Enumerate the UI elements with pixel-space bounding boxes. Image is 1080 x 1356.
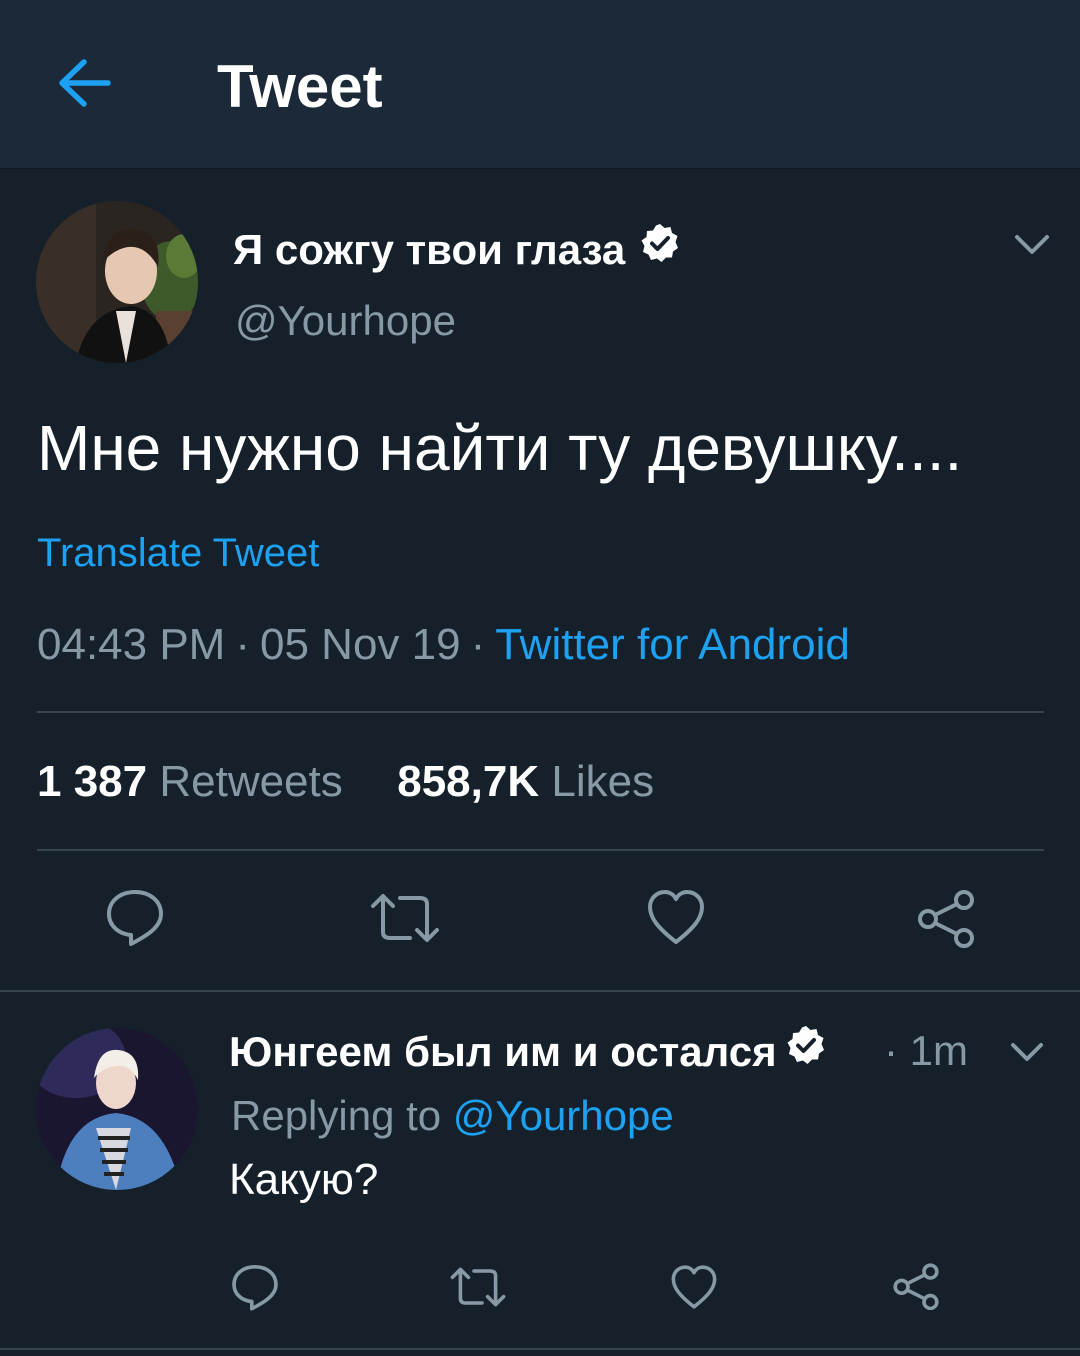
author-name[interactable]: Я сожгу твои глаза: [233, 222, 681, 277]
tweet-date: 05 Nov 19: [260, 620, 461, 669]
page-title: Tweet: [217, 53, 383, 120]
back-arrow-icon[interactable]: [56, 56, 114, 110]
reply-icon[interactable]: [230, 1262, 280, 1317]
reply-author-name[interactable]: Юнгеем был им и остался: [229, 1024, 827, 1079]
retweets-count: 1 387: [37, 757, 148, 806]
author-name-text: Я сожгу твои глаза: [233, 225, 626, 273]
chevron-down-icon[interactable]: [1010, 1040, 1044, 1069]
translate-tweet-link[interactable]: Translate Tweet: [37, 528, 319, 578]
retweet-icon[interactable]: [370, 890, 440, 951]
tweet-time: 04:43 PM: [37, 620, 226, 669]
likes-stat[interactable]: 858,7K Likes: [397, 757, 654, 806]
meta-separator: ·: [470, 620, 486, 669]
retweets-stat[interactable]: 1 387 Retweets: [37, 757, 343, 806]
replying-to-handle[interactable]: @Yourhope: [453, 1092, 674, 1139]
likes-count: 858,7K: [397, 757, 540, 806]
divider: [37, 849, 1044, 851]
chevron-down-icon[interactable]: [1014, 232, 1050, 263]
reply-author-avatar[interactable]: [36, 1028, 198, 1190]
tweet-metadata: 04:43 PM · 05 Nov 19 · Twitter for Android: [37, 618, 850, 672]
engagement-stats: 1 387 Retweets 858,7K Likes: [37, 755, 654, 809]
tweet-text: Мне нужно найти ту девушку....: [37, 412, 963, 484]
replying-to-label: Replying to: [231, 1092, 442, 1139]
author-handle[interactable]: @Yourhope: [235, 296, 456, 346]
tweet-client-link[interactable]: Twitter for Android: [495, 620, 850, 669]
retweets-label: Retweets: [159, 757, 343, 806]
share-icon[interactable]: [916, 888, 976, 953]
divider: [37, 711, 1044, 713]
author-avatar[interactable]: [36, 201, 198, 363]
reply-author-name-text: Юнгеем был им и остался: [229, 1027, 777, 1075]
like-icon[interactable]: [646, 888, 706, 951]
verified-badge-icon: [639, 222, 681, 277]
top-app-bar: Tweet: [0, 0, 1080, 169]
like-icon[interactable]: [670, 1264, 718, 1315]
reply-text: Какую?: [229, 1155, 379, 1204]
section-divider: [0, 1348, 1080, 1350]
replying-to: Replying to @Yourhope: [231, 1090, 674, 1142]
retweet-icon[interactable]: [450, 1264, 506, 1315]
likes-label: Likes: [551, 757, 655, 806]
section-divider: [0, 990, 1080, 992]
reply-icon[interactable]: [104, 886, 166, 953]
reply-timestamp: · 1m: [884, 1027, 968, 1074]
meta-separator: ·: [235, 620, 250, 669]
verified-badge-icon: [785, 1024, 827, 1079]
share-icon[interactable]: [892, 1262, 940, 1315]
